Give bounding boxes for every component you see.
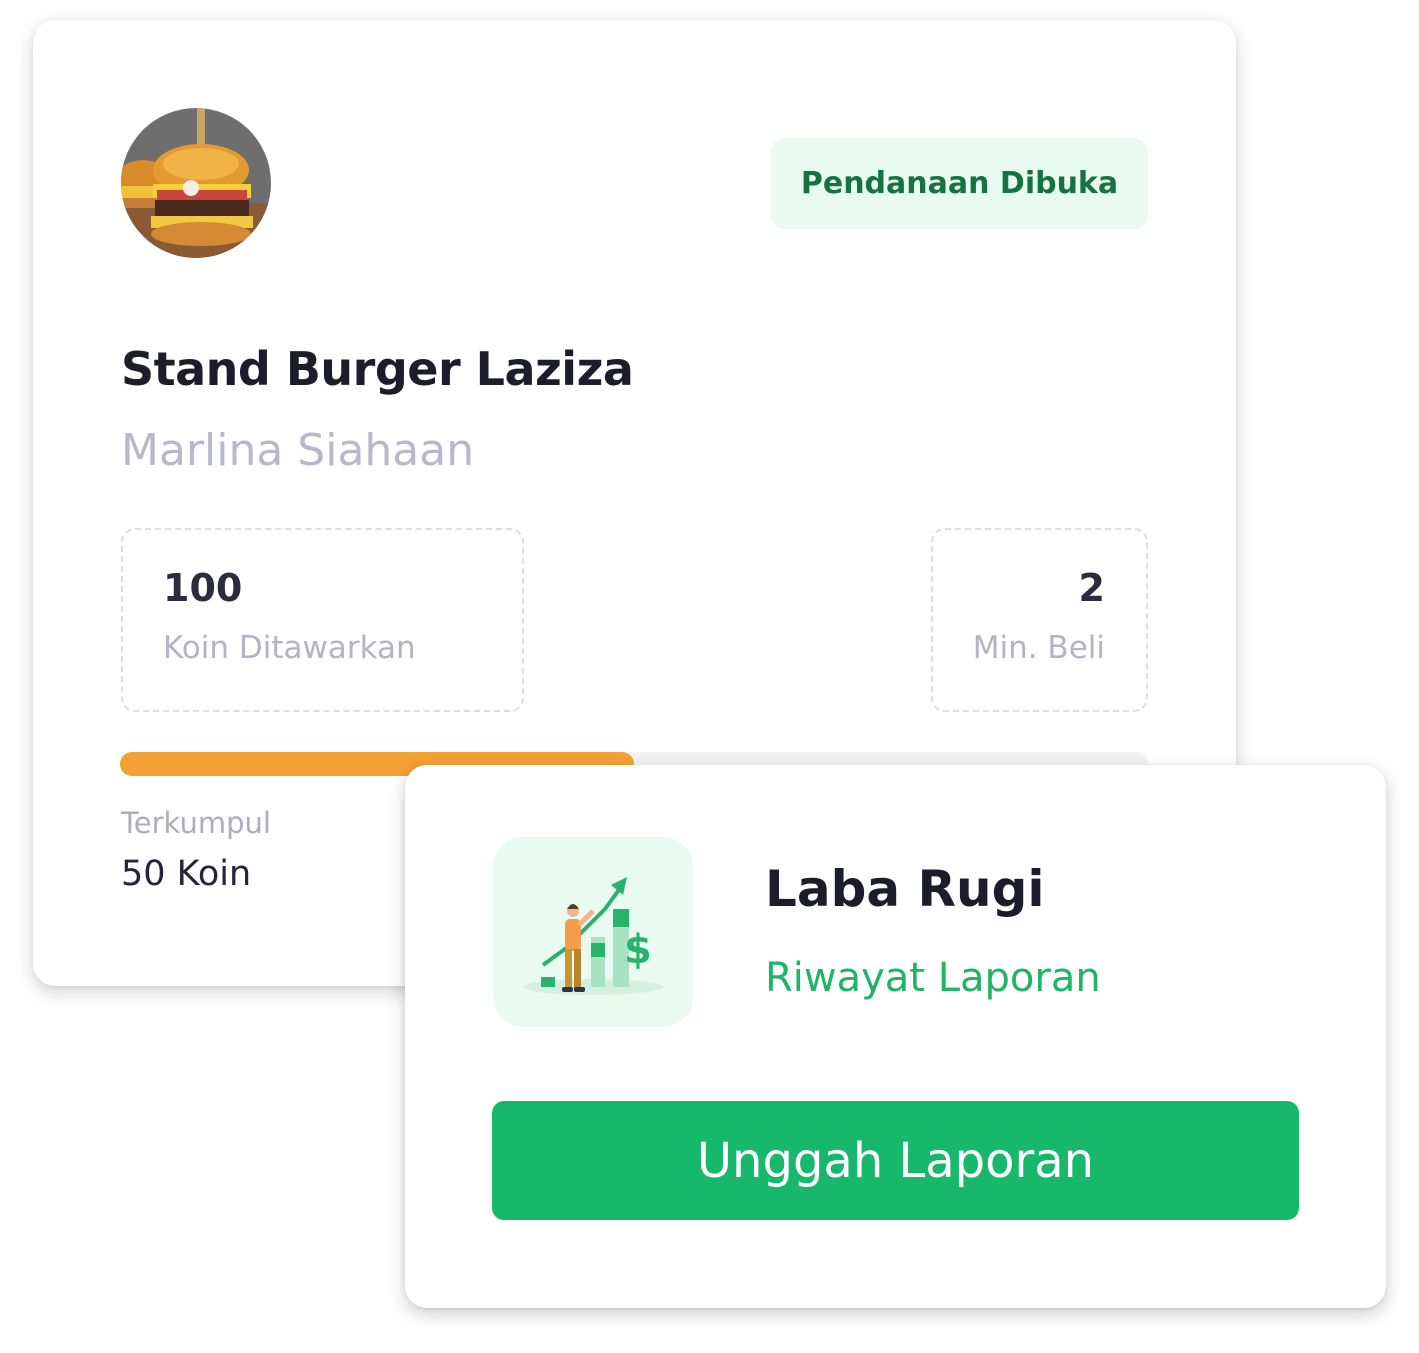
stage: Pendanaan Dibuka Stand Burger Laziza Mar… xyxy=(0,0,1419,1353)
collected-label: Terkumpul xyxy=(121,806,271,840)
burger-avatar-image xyxy=(121,108,271,258)
report-title: Laba Rugi xyxy=(765,860,1045,918)
status-badge: Pendanaan Dibuka xyxy=(771,138,1148,229)
coins-offered-box: 100 Koin Ditawarkan xyxy=(121,528,524,712)
campaign-title: Stand Burger Laziza xyxy=(121,342,634,396)
coins-offered-value: 100 xyxy=(163,566,243,610)
collected-value: 50 Koin xyxy=(121,854,252,894)
svg-text:$: $ xyxy=(624,927,652,973)
coins-offered-label: Koin Ditawarkan xyxy=(163,630,416,666)
upload-report-button[interactable]: Unggah Laporan xyxy=(492,1101,1299,1220)
min-buy-label: Min. Beli xyxy=(972,630,1105,666)
report-card: $ Laba Rugi Riwayat Laporan Unggah Lapor… xyxy=(405,765,1386,1308)
profit-growth-chart-icon: $ xyxy=(493,837,693,1027)
report-history-link[interactable]: Riwayat Laporan xyxy=(765,955,1101,1001)
owner-name: Marlina Siahaan xyxy=(121,425,475,476)
min-buy-value: 2 xyxy=(1078,566,1105,610)
min-buy-box: 2 Min. Beli xyxy=(931,528,1148,712)
